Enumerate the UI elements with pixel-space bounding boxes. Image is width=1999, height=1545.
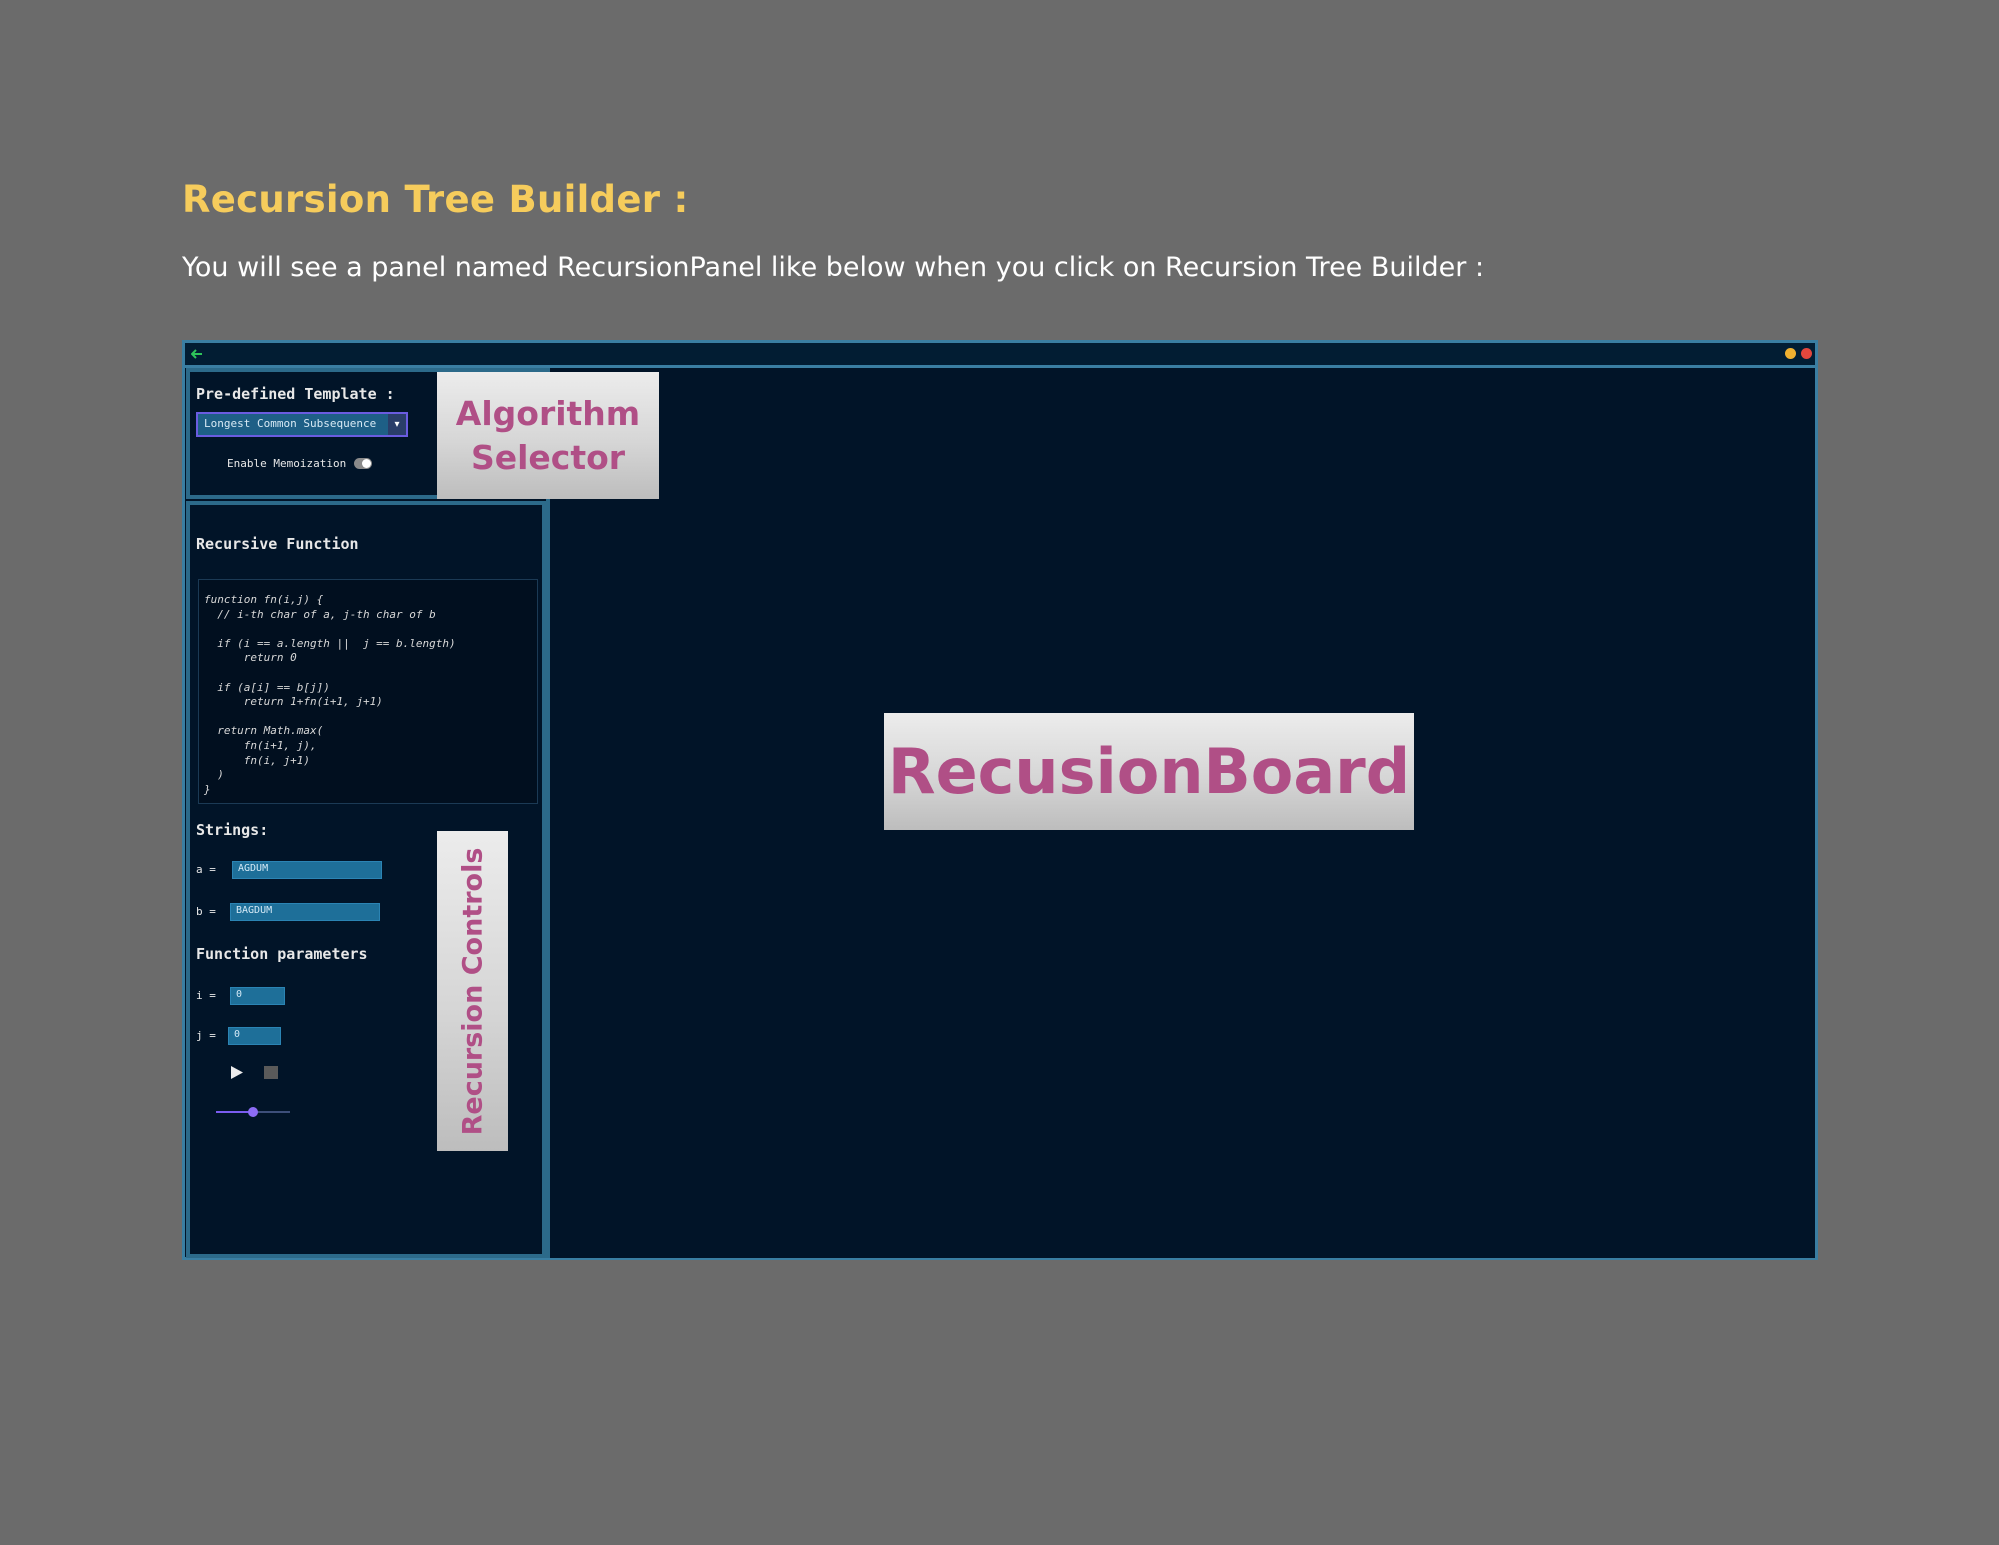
template-label: Pre-defined Template : <box>196 385 395 403</box>
play-icon[interactable] <box>230 1065 244 1084</box>
strings-title: Strings: <box>196 821 269 839</box>
recursion-controls-callout-text: Recursion Controls <box>457 847 489 1135</box>
code-text: function fn(i,j) { // i-th char of a, j-… <box>204 593 456 796</box>
stop-icon[interactable] <box>264 1066 278 1079</box>
memoization-toggle[interactable] <box>354 458 372 469</box>
code-editor[interactable]: function fn(i,j) { // i-th char of a, j-… <box>198 579 538 804</box>
string-a-label: a = <box>196 863 216 876</box>
recursive-function-title: Recursive Function <box>196 535 359 553</box>
recursion-controls-callout: Recursion Controls <box>437 831 508 1151</box>
doc-title: Recursion Tree Builder : <box>182 178 689 221</box>
template-select[interactable]: Longest Common Subsequence ▾ <box>196 412 408 437</box>
window-titlebar <box>185 343 1815 368</box>
back-arrow-icon[interactable] <box>190 345 203 364</box>
string-b-label: b = <box>196 905 216 918</box>
param-i-label: i = <box>196 989 216 1002</box>
template-select-value: Longest Common Subsequence <box>204 417 377 430</box>
speed-slider[interactable] <box>216 1105 290 1119</box>
memoization-label: Enable Memoization <box>227 457 347 470</box>
param-j-input[interactable]: 0 <box>228 1027 281 1045</box>
toggle-knob <box>362 459 371 468</box>
string-b-input[interactable]: BAGDUM <box>230 903 380 921</box>
minimize-dot-icon[interactable] <box>1785 348 1796 359</box>
algorithm-selector-callout: Algorithm Selector <box>437 372 659 499</box>
algorithm-selector-callout-text: Algorithm Selector <box>455 393 641 477</box>
recursion-board-callout-text: RecusionBoard <box>887 735 1411 808</box>
chevron-down-icon[interactable]: ▾ <box>388 414 406 435</box>
function-parameters-title: Function parameters <box>196 945 368 963</box>
param-j-label: j = <box>196 1029 216 1042</box>
slider-thumb[interactable] <box>248 1107 258 1117</box>
doc-description: You will see a panel named RecursionPane… <box>182 252 1485 283</box>
string-a-input[interactable]: AGDUM <box>232 861 382 879</box>
param-i-input[interactable]: 0 <box>230 987 285 1005</box>
recursion-board-callout: RecusionBoard <box>884 713 1414 830</box>
close-dot-icon[interactable] <box>1801 348 1812 359</box>
